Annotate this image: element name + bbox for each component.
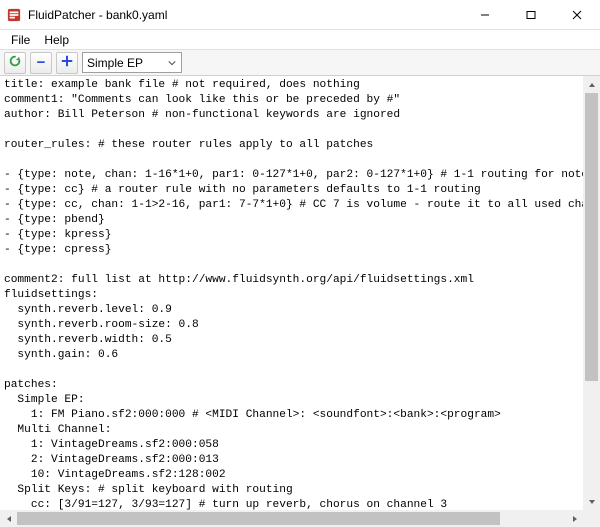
app-icon bbox=[6, 7, 22, 23]
editor-area: title: example bank file # not required,… bbox=[0, 76, 600, 527]
title-bar: FluidPatcher - bank0.yaml bbox=[0, 0, 600, 30]
window-maximize-button[interactable] bbox=[508, 0, 554, 29]
refresh-button[interactable] bbox=[4, 52, 26, 74]
scroll-right-arrow-icon[interactable] bbox=[566, 510, 583, 527]
chevron-down-icon bbox=[167, 59, 177, 67]
scroll-up-arrow-icon[interactable] bbox=[583, 76, 600, 93]
vertical-scrollbar[interactable] bbox=[583, 76, 600, 510]
horizontal-scrollbar[interactable] bbox=[0, 510, 583, 527]
patch-select[interactable]: Simple EP bbox=[82, 52, 182, 73]
menu-bar: File Help bbox=[0, 30, 600, 50]
scroll-left-arrow-icon[interactable] bbox=[0, 510, 17, 527]
scroll-down-arrow-icon[interactable] bbox=[583, 493, 600, 510]
window-minimize-button[interactable] bbox=[462, 0, 508, 29]
horizontal-scroll-track[interactable] bbox=[17, 510, 566, 527]
vertical-scroll-thumb[interactable] bbox=[585, 93, 598, 381]
yaml-editor[interactable]: title: example bank file # not required,… bbox=[0, 76, 583, 510]
remove-button[interactable]: − bbox=[30, 52, 52, 74]
plus-icon bbox=[60, 54, 74, 71]
vertical-scroll-track[interactable] bbox=[583, 93, 600, 493]
scroll-corner bbox=[583, 510, 600, 527]
refresh-icon bbox=[8, 54, 22, 71]
menu-help[interactable]: Help bbox=[37, 31, 76, 49]
patch-select-value: Simple EP bbox=[87, 56, 161, 70]
window-title: FluidPatcher - bank0.yaml bbox=[28, 8, 167, 22]
minus-icon: − bbox=[37, 55, 46, 70]
window-close-button[interactable] bbox=[554, 0, 600, 29]
toolbar: − Simple EP bbox=[0, 50, 600, 76]
menu-file[interactable]: File bbox=[4, 31, 37, 49]
window-controls bbox=[462, 0, 600, 29]
horizontal-scroll-thumb[interactable] bbox=[17, 512, 500, 525]
add-button[interactable] bbox=[56, 52, 78, 74]
